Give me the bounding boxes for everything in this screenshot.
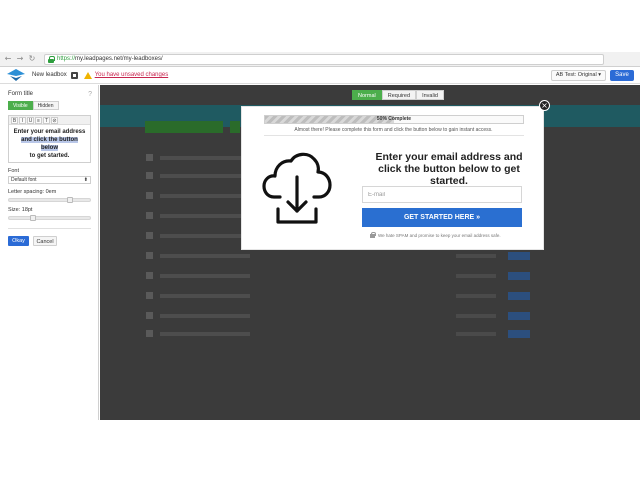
- progress-bar: 50% Complete: [264, 115, 524, 124]
- panel-actions: Okay Cancel: [8, 236, 90, 246]
- okay-button[interactable]: Okay: [8, 236, 29, 246]
- modal-headline: Enter your email address and click the b…: [375, 151, 523, 187]
- unsaved-changes-link[interactable]: You have unsaved changes: [95, 72, 169, 78]
- address-bar[interactable]: https://my.leadpages.net/my-leadboxes/: [44, 53, 604, 65]
- edit-name-icon[interactable]: [70, 71, 78, 79]
- editor-line: Enter your email address: [13, 129, 86, 135]
- dimmed-row: [146, 311, 586, 321]
- editor-content[interactable]: Enter your email address and click the b…: [9, 125, 90, 163]
- rich-text-editor[interactable]: B I U ≡ T ⊘ Enter your email address and…: [8, 115, 91, 163]
- hidden-button[interactable]: Hidden: [32, 101, 59, 110]
- form-state-tabs: Normal Required Invalid: [352, 90, 444, 100]
- leadpages-logo-icon[interactable]: [6, 68, 26, 82]
- reload-icon[interactable]: ↻: [28, 55, 36, 63]
- privacy-text: We hate SPAM and promise to keep your em…: [378, 232, 501, 238]
- app-toolbar: New leadbox You have unsaved changes AB …: [0, 67, 640, 84]
- align-button[interactable]: ≡: [35, 116, 42, 124]
- clear-format-button[interactable]: ⊘: [51, 116, 58, 124]
- close-modal-button[interactable]: ×: [539, 100, 550, 111]
- lock-icon: [48, 55, 55, 63]
- letter-spacing-label: Letter spacing: 0em: [8, 189, 57, 195]
- dimmed-row: [146, 291, 586, 301]
- size-handle[interactable]: [30, 215, 37, 221]
- url-scheme: https://: [57, 56, 76, 62]
- help-icon[interactable]: ?: [88, 91, 92, 98]
- instruction-text: Almost there! Please complete this form …: [294, 127, 493, 133]
- warning-icon: [83, 71, 92, 79]
- size-slider[interactable]: [8, 215, 91, 221]
- dimmed-row: [146, 271, 586, 281]
- letter-spacing-slider[interactable]: [8, 197, 91, 203]
- editor-line: to get started.: [29, 153, 70, 159]
- progress-label: 50% Complete: [376, 116, 412, 122]
- visibility-toggle: Visible Hidden: [8, 101, 90, 110]
- ab-test-dropdown[interactable]: AB Test: Original ▾: [550, 70, 606, 81]
- font-select[interactable]: Default font: [8, 176, 91, 184]
- tab-required[interactable]: Required: [381, 90, 417, 100]
- get-started-button[interactable]: GET STARTED HERE »: [362, 208, 522, 227]
- italic-button[interactable]: I: [19, 116, 26, 124]
- dimmed-row: [146, 251, 586, 261]
- letter-spacing-handle[interactable]: [66, 197, 73, 203]
- visible-button[interactable]: Visible: [8, 101, 33, 110]
- page: ← → ↻ https://my.leadpages.net/my-leadbo…: [0, 0, 640, 480]
- privacy-lock-icon: [370, 232, 376, 238]
- leadbox-modal: 50% Complete Almost there! Please comple…: [241, 106, 544, 250]
- text-color-button[interactable]: T: [43, 116, 50, 124]
- font-label: Font: [8, 168, 20, 174]
- url-path: my.leadpages.net/my-leadboxes/: [75, 56, 163, 62]
- tab-normal[interactable]: Normal: [352, 90, 382, 100]
- dimmed-row: [146, 329, 586, 339]
- underline-button[interactable]: U: [27, 116, 34, 124]
- bold-button[interactable]: B: [11, 116, 18, 124]
- privacy-notice: We hate SPAM and promise to keep your em…: [370, 232, 530, 238]
- panel-divider: [8, 228, 91, 229]
- dimmed-create-button: [145, 121, 223, 133]
- dimmed-secondary-button: [230, 121, 240, 133]
- url-text: https://my.leadpages.net/my-leadboxes/: [57, 56, 163, 62]
- size-label: Size: 18pt: [8, 207, 33, 213]
- tab-invalid[interactable]: Invalid: [416, 90, 444, 100]
- panel-title: Form title: [8, 91, 34, 97]
- browser-chrome: ← → ↻ https://my.leadpages.net/my-leadbo…: [0, 52, 640, 67]
- back-icon[interactable]: ←: [4, 55, 12, 63]
- save-button[interactable]: Save: [610, 70, 634, 81]
- leadbox-name: New leadbox: [32, 72, 67, 78]
- form-title-panel: Form title ? Visible Hidden B I U ≡ T ⊘ …: [0, 85, 99, 420]
- editor-toolbar: B I U ≡ T ⊘: [9, 116, 90, 125]
- cloud-download-icon: [262, 152, 332, 224]
- forward-icon[interactable]: →: [16, 55, 24, 63]
- modal-divider: [264, 135, 524, 136]
- editor-line-selected: and click the button below: [21, 137, 78, 151]
- cancel-button[interactable]: Cancel: [33, 236, 57, 246]
- email-input[interactable]: [362, 186, 522, 203]
